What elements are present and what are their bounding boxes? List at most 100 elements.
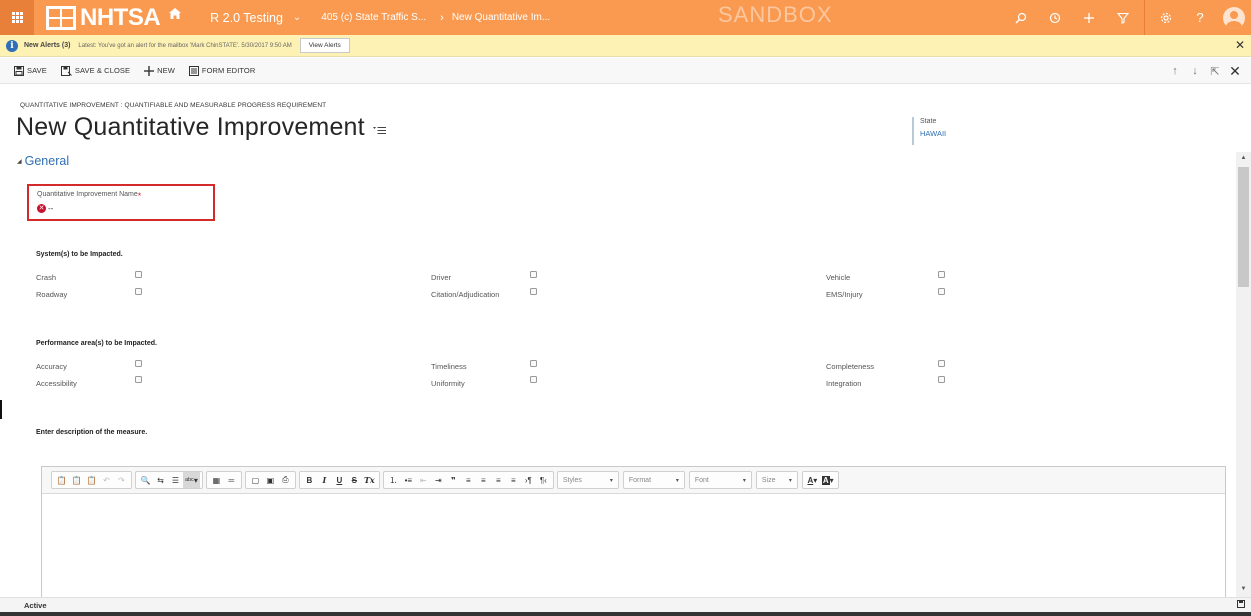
command-bar: SAVE SAVE & CLOSE NEW FORM EDITOR ↑ ↓ ⇱ … bbox=[0, 58, 1251, 84]
rtl-icon[interactable]: ¶‹ bbox=[536, 472, 551, 488]
numbered-list-icon[interactable]: ⒈ bbox=[386, 472, 401, 488]
view-alerts-button[interactable]: View Alerts bbox=[299, 38, 350, 53]
bulleted-list-icon[interactable]: •≡ bbox=[401, 472, 416, 488]
filter-icon[interactable] bbox=[1106, 0, 1140, 35]
pop-out-icon[interactable]: ⇱ bbox=[1205, 65, 1225, 78]
record-nav-group: ↑ ↓ ⇱ ✕ bbox=[1165, 58, 1245, 84]
remove-format-button[interactable]: Tx bbox=[362, 472, 377, 488]
arrow-down-icon[interactable]: ↓ bbox=[1185, 65, 1205, 77]
align-center-icon[interactable]: ≡ bbox=[476, 472, 491, 488]
settings-icon[interactable] bbox=[1149, 0, 1183, 35]
horizontal-line-icon[interactable]: ═ bbox=[224, 472, 239, 488]
integration-label: Integration bbox=[826, 379, 862, 388]
driver-checkbox[interactable] bbox=[530, 271, 537, 278]
roadway-checkbox[interactable] bbox=[135, 288, 142, 295]
align-right-icon[interactable]: ≡ bbox=[491, 472, 506, 488]
select-all-icon[interactable]: ☰ bbox=[168, 472, 183, 488]
paste-icon[interactable]: 📋 bbox=[54, 472, 69, 488]
nhtsa-logo[interactable]: NHTSA bbox=[46, 0, 182, 35]
close-icon[interactable]: ✕ bbox=[1235, 39, 1245, 51]
decrease-indent-icon[interactable]: ⇤ bbox=[416, 472, 431, 488]
increase-indent-icon[interactable]: ⇥ bbox=[431, 472, 446, 488]
nav-entity-link[interactable]: 405 (c) State Traffic S... bbox=[321, 0, 426, 35]
styles-dropdown[interactable]: Styles ▾ bbox=[556, 471, 619, 489]
strikethrough-button[interactable]: S bbox=[347, 472, 362, 488]
replace-icon[interactable]: ⇆ bbox=[153, 472, 168, 488]
history-icon[interactable] bbox=[1038, 0, 1072, 35]
save-button[interactable]: SAVE bbox=[14, 65, 47, 76]
format-dropdown[interactable]: Format ▾ bbox=[622, 471, 685, 489]
accessibility-checkbox[interactable] bbox=[135, 376, 142, 383]
new-page-icon[interactable]: ▢ bbox=[248, 472, 263, 488]
save-label: SAVE bbox=[27, 66, 47, 75]
nav-area-selector[interactable]: R 2.0 Testing ⌄ bbox=[210, 0, 301, 35]
help-icon[interactable]: ? bbox=[1183, 0, 1217, 35]
accuracy-checkbox[interactable] bbox=[135, 360, 142, 367]
window-bottom-edge bbox=[0, 612, 1251, 616]
scroll-up-icon[interactable]: ▲ bbox=[1236, 152, 1251, 164]
nav-record-link[interactable]: › New Quantitative Im... bbox=[440, 0, 550, 35]
bold-button[interactable]: B bbox=[302, 472, 317, 488]
divider bbox=[1144, 0, 1145, 35]
vertical-scrollbar[interactable]: ▲ ▼ bbox=[1236, 152, 1251, 597]
nav-entity-label: 405 (c) State Traffic S... bbox=[321, 12, 427, 23]
italic-button[interactable]: I bbox=[317, 472, 332, 488]
redo-icon[interactable]: ↷ bbox=[114, 472, 129, 488]
uniformity-checkbox[interactable] bbox=[530, 376, 537, 383]
header-state-value[interactable]: HAWAII bbox=[920, 129, 946, 138]
search-icon[interactable] bbox=[1004, 0, 1038, 35]
background-color-button[interactable]: A ▾ bbox=[820, 472, 836, 488]
find-icon[interactable]: 🔍 bbox=[138, 472, 153, 488]
section-general-header[interactable]: ◢ General bbox=[17, 154, 69, 168]
table-icon[interactable]: ▦ bbox=[209, 472, 224, 488]
arrow-up-icon[interactable]: ↑ bbox=[1165, 65, 1185, 77]
form-selector-icon[interactable] bbox=[372, 113, 386, 142]
user-avatar-icon[interactable] bbox=[1217, 0, 1251, 35]
vehicle-label: Vehicle bbox=[826, 273, 851, 282]
close-form-icon[interactable]: ✕ bbox=[1225, 63, 1245, 80]
create-icon[interactable] bbox=[1072, 0, 1106, 35]
form-editor-button[interactable]: FORM EDITOR bbox=[188, 65, 255, 76]
paragraph-group: ⒈ •≡ ⇤ ⇥ ❞ ≡ ≡ ≡ ≡ ›¶ ¶‹ bbox=[382, 471, 554, 489]
editor-body[interactable] bbox=[42, 494, 1225, 606]
text-color-button[interactable]: A ▾ bbox=[805, 472, 820, 488]
logo-emblem-icon bbox=[46, 5, 76, 30]
home-icon[interactable] bbox=[168, 7, 182, 25]
justify-icon[interactable]: ≡ bbox=[506, 472, 521, 488]
timeliness-checkbox[interactable] bbox=[530, 360, 537, 367]
align-left-icon[interactable]: ≡ bbox=[461, 472, 476, 488]
vehicle-checkbox[interactable] bbox=[938, 271, 945, 278]
ltr-icon[interactable]: ›¶ bbox=[521, 472, 536, 488]
integration-checkbox[interactable] bbox=[938, 376, 945, 383]
footer-save-icon[interactable] bbox=[1237, 600, 1245, 610]
crash-checkbox[interactable] bbox=[135, 271, 142, 278]
blockquote-icon[interactable]: ❞ bbox=[446, 472, 461, 488]
chevron-down-icon: ▾ bbox=[675, 477, 679, 484]
paste-text-icon[interactable]: 📋 bbox=[69, 472, 84, 488]
find-group: 🔍 ⇆ ☰ ᵃᵇᶜ▾ bbox=[135, 471, 203, 489]
completeness-checkbox[interactable] bbox=[938, 360, 945, 367]
header-state-field: State HAWAII bbox=[912, 117, 946, 145]
chevron-down-icon: ▾ bbox=[609, 477, 613, 484]
timeliness-label: Timeliness bbox=[431, 362, 467, 371]
new-button[interactable]: NEW bbox=[144, 65, 175, 76]
top-nav-bar: NHTSA R 2.0 Testing ⌄ 405 (c) State Traf… bbox=[0, 0, 1251, 35]
app-launcher-button[interactable] bbox=[0, 0, 34, 35]
quantitative-improvement-name-field[interactable]: Quantitative Improvement Name* ✕ -- bbox=[27, 184, 215, 221]
print-icon[interactable]: ⎙ bbox=[278, 472, 293, 488]
name-field-value[interactable]: ✕ -- bbox=[37, 204, 205, 213]
spellcheck-icon[interactable]: ᵃᵇᶜ▾ bbox=[183, 472, 200, 488]
ems-injury-checkbox[interactable] bbox=[938, 288, 945, 295]
font-dropdown[interactable]: Font ▾ bbox=[688, 471, 752, 489]
scroll-down-icon[interactable]: ▼ bbox=[1236, 583, 1251, 595]
scrollbar-thumb[interactable] bbox=[1238, 167, 1249, 287]
citation-adjudication-checkbox[interactable] bbox=[530, 288, 537, 295]
font-label: Font bbox=[694, 476, 709, 484]
paste-word-icon[interactable]: 📋 bbox=[84, 472, 99, 488]
logo-text: NHTSA bbox=[80, 3, 161, 31]
size-dropdown[interactable]: Size ▾ bbox=[755, 471, 798, 489]
undo-icon[interactable]: ↶ bbox=[99, 472, 114, 488]
underline-button[interactable]: U bbox=[332, 472, 347, 488]
save-close-button[interactable]: SAVE & CLOSE bbox=[60, 65, 130, 76]
preview-icon[interactable]: ▣ bbox=[263, 472, 278, 488]
